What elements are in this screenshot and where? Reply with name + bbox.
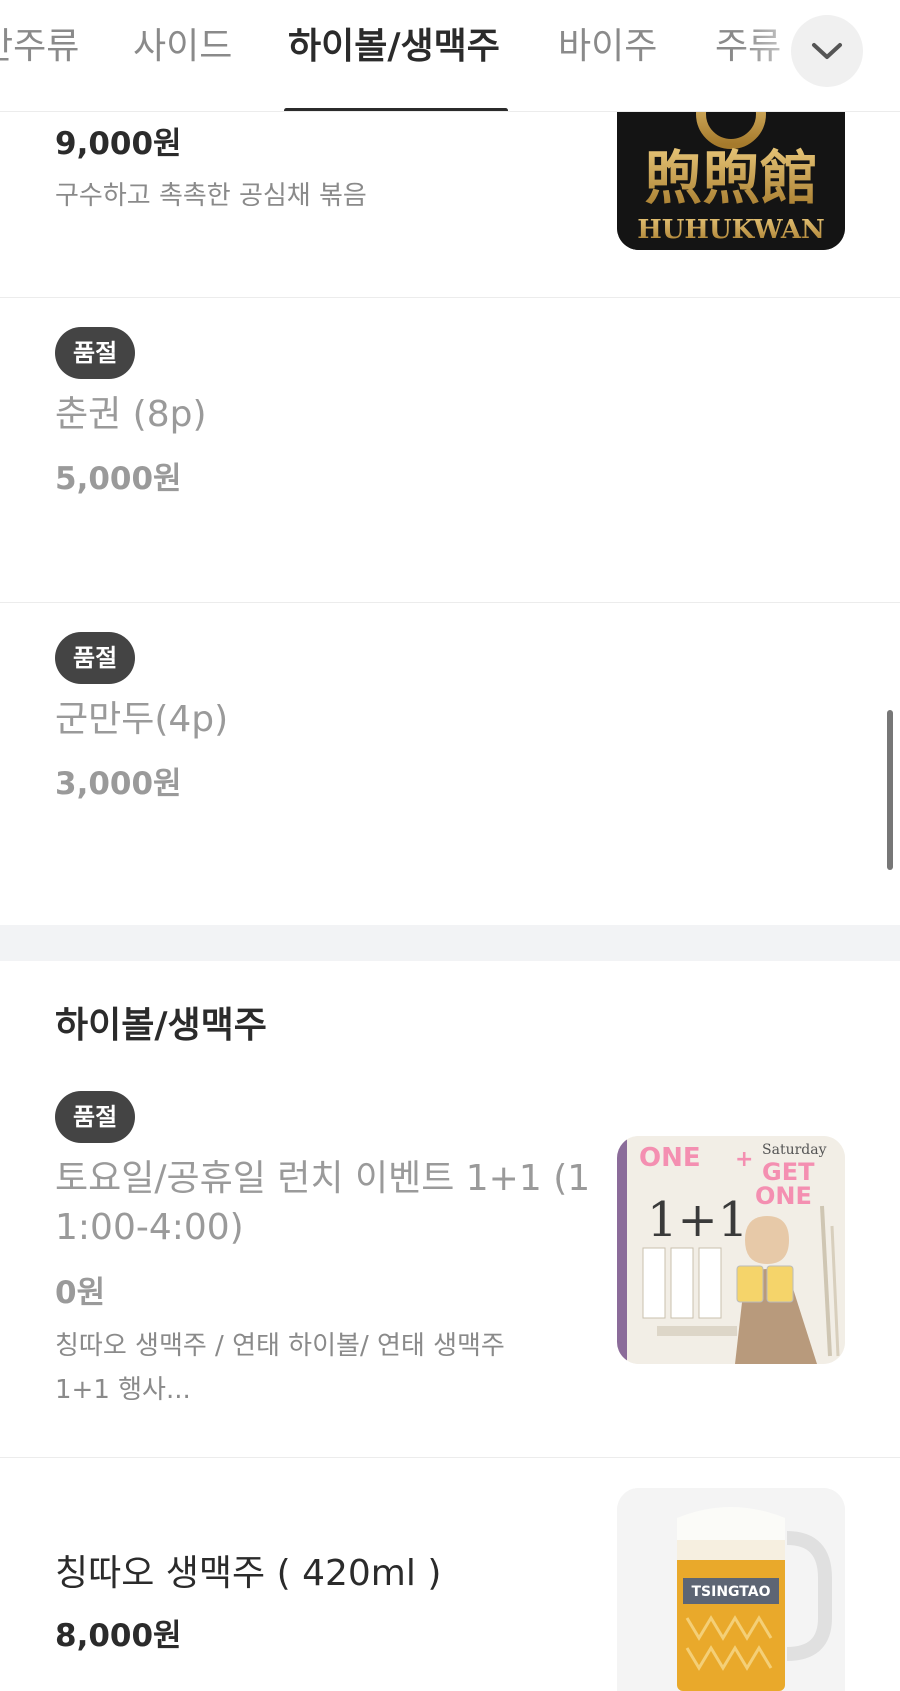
svg-text:+: + [735,1147,753,1172]
item-name: 군만두(4p) [55,699,229,740]
section-title: 하이볼/생맥주 [55,1005,267,1046]
svg-text:Saturday: Saturday [762,1142,827,1158]
svg-text:1+1: 1+1 [647,1192,748,1248]
sold-out-badge: 품절 [55,327,136,379]
item-name-line2: 1:00-4:00) [55,1207,244,1248]
section-separator [0,925,900,961]
expand-tabs-button[interactable] [791,15,863,87]
sold-out-badge: 품절 [55,632,136,684]
item-image: ONE + Saturday GET ONE 1+1 [617,1136,845,1364]
item-name-line1: 토요일/공휴일 런치 이벤트 1+1 (1 [55,1158,591,1199]
item-description: 구수하고 촉촉한 공심채 볶음 [55,181,367,211]
svg-text:HUHUKWAN: HUHUKWAN [637,215,825,245]
menu-item[interactable]: 품절 춘권 (8p) 5,000원 [0,298,900,601]
sold-out-badge: 품절 [55,1091,136,1143]
svg-text:煦煦館: 煦煦館 [644,144,818,212]
item-image: TSINGTAO [617,1488,845,1691]
menu-item[interactable]: 품절 토요일/공휴일 런치 이벤트 1+1 (1 1:00-4:00) 0원 칭… [0,1085,900,1457]
item-price: 9,000원 [55,126,182,162]
beer-mug-image: TSINGTAO [617,1488,845,1691]
item-price: 0원 [55,1275,106,1311]
item-description-line2: 1+1 행사... [55,1375,191,1405]
svg-text:ONE: ONE [755,1182,812,1210]
svg-text:TSINGTAO: TSINGTAO [691,1584,770,1600]
item-description-line1: 칭따오 생맥주 / 연태 하이볼/ 연태 생맥주 [55,1331,505,1361]
chevron-down-icon [812,43,842,59]
svg-text:ONE: ONE [639,1143,701,1173]
tab-baijiu[interactable]: 바이주 [558,22,657,72]
item-name: 춘권 (8p) [55,394,207,435]
item-name: 칭따오 생맥주 ( 420ml ) [55,1553,442,1594]
item-price: 3,000원 [55,766,182,802]
scrollbar[interactable] [887,710,893,870]
tab-highball-draft-beer[interactable]: 하이볼/생맥주 [288,22,500,72]
menu-item[interactable]: 품절 군만두(4p) 3,000원 [0,603,900,925]
active-tab-indicator [284,108,508,111]
category-tabs: 안주류 사이드 하이볼/생맥주 바이주 주류 [0,0,900,112]
tab-anjuryu[interactable]: 안주류 [0,22,79,72]
event-poster-image: ONE + Saturday GET ONE 1+1 [617,1136,845,1364]
item-price: 8,000원 [55,1618,182,1654]
item-price: 5,000원 [55,461,182,497]
menu-item[interactable]: 칭따오 생맥주 ( 420ml ) 8,000원 TSINGTAO [0,1458,900,1691]
tab-side[interactable]: 사이드 [133,22,232,72]
